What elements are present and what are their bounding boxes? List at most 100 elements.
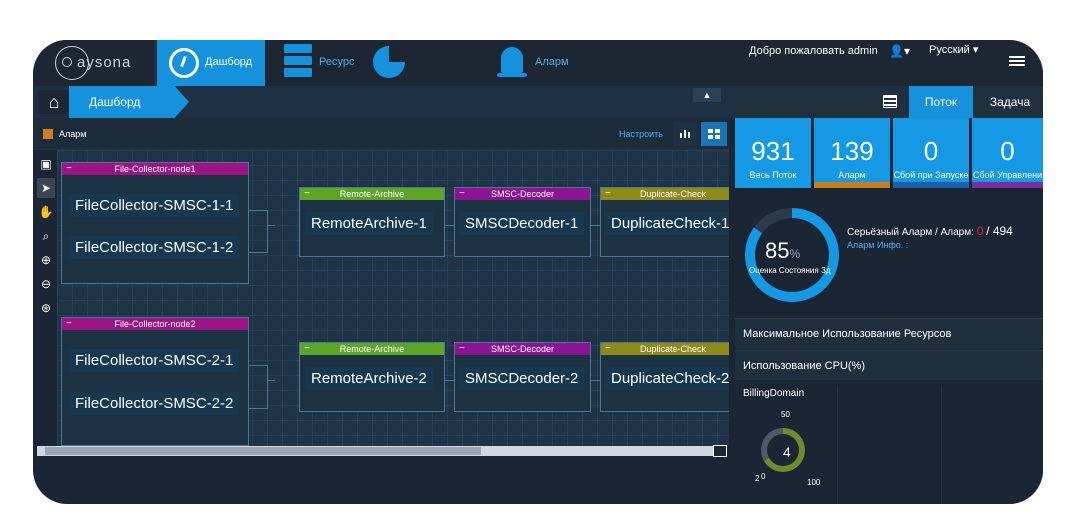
flow-item[interactable]: FileCollector-SMSC-2-2: [69, 392, 240, 415]
breadcrumb-current: Дашборд: [89, 95, 141, 109]
connector: [267, 210, 268, 253]
alarm-legend-label: Аларм: [59, 129, 87, 139]
nav-resource-label[interactable]: Ресурс: [319, 56, 354, 68]
node-header: − Duplicate-Check: [601, 188, 729, 200]
dashboard-gauge-icon: [169, 48, 199, 78]
grid-divider: [941, 386, 942, 504]
connector: [249, 252, 267, 253]
stat-start-failure[interactable]: 0 Сбой при Запуске: [893, 118, 969, 188]
pie-chart-icon[interactable]: [373, 46, 405, 78]
bar-chart-view-button[interactable]: [673, 122, 697, 146]
stat-label: Сбой Управлени: [972, 170, 1043, 180]
search-zoom-icon[interactable]: ⌕: [37, 226, 55, 246]
logo-text: aysona: [77, 54, 132, 71]
health-label: Оценка Состояния Зд: [749, 266, 831, 275]
node-header: − Remote-Archive: [300, 343, 444, 355]
gauge-tick: 2: [755, 474, 760, 483]
node-header: − SMSC-Decoder: [455, 188, 590, 200]
section-cpu-usage[interactable]: Использование CPU(%): [735, 350, 1043, 380]
tab-zadacha[interactable]: Задача: [977, 86, 1043, 118]
right-panel: 931 Весь Поток 139 Аларм 0 Сбой при Запу…: [735, 118, 1043, 504]
node-header: − File-Collector-node2: [62, 318, 248, 330]
serious-alarm-text: Серьёзный Аларм / Аларм: 0 / 494: [847, 224, 1013, 238]
flow-item[interactable]: FileCollector-SMSC-1-2: [69, 236, 240, 259]
hamburger-menu-icon[interactable]: [1009, 56, 1025, 68]
monitor-icon[interactable]: [713, 445, 727, 457]
stat-label: Сбой при Запуске: [893, 170, 969, 180]
flow-item[interactable]: FileCollector-SMSC-1-1: [69, 194, 240, 217]
stat-value: 139: [830, 136, 874, 166]
stat-value: 0: [1000, 136, 1015, 166]
flow-item[interactable]: DuplicateCheck-2: [605, 367, 729, 390]
nav-divider: [155, 40, 156, 86]
node-header: − Remote-Archive: [300, 188, 444, 200]
flow-item[interactable]: DuplicateCheck-1: [605, 212, 729, 235]
health-section: 85% Оценка Состояния Зд Серьёзный Аларм …: [735, 198, 1043, 312]
language-select[interactable]: Русский ▾: [929, 43, 978, 56]
list-view-icon[interactable]: [883, 95, 897, 108]
node-header: − File-Collector-node1: [62, 163, 248, 175]
configure-link[interactable]: Настроить: [619, 129, 663, 139]
stat-alarm[interactable]: 139 Аларм: [814, 118, 890, 188]
breadcrumb[interactable]: Дашборд: [69, 86, 189, 118]
stat-total-flow[interactable]: 931 Весь Поток: [735, 118, 811, 188]
flow-canvas[interactable]: − File-Collector-node1 FileCollector-SMSC…: [57, 150, 729, 446]
grid-divider: [837, 386, 838, 504]
stat-color-bar: [972, 182, 1043, 188]
stat-color-bar: [893, 182, 969, 188]
pointer-icon[interactable]: ➤: [37, 178, 55, 198]
collapse-up-icon[interactable]: ▲: [693, 88, 721, 102]
scrollbar-thumb[interactable]: [45, 447, 481, 455]
horizontal-scrollbar[interactable]: [37, 446, 713, 456]
flow-item[interactable]: RemoteArchive-2: [305, 367, 433, 390]
stat-control-failure[interactable]: 0 Сбой Управлени: [972, 118, 1043, 188]
connector: [249, 365, 267, 366]
alarm-legend-swatch: [43, 129, 53, 139]
gauge-value: 4: [783, 444, 791, 460]
tab-potok[interactable]: Поток: [909, 86, 973, 118]
stat-value: 0: [923, 136, 939, 166]
stat-value: 931: [751, 136, 795, 166]
gauge-tick: 50: [781, 410, 790, 419]
grid-view-button[interactable]: [701, 122, 727, 146]
health-value: 85%: [765, 238, 801, 263]
nav-alarm-label[interactable]: Аларм: [535, 56, 569, 68]
hand-pan-icon[interactable]: ✋: [37, 202, 55, 222]
zoom-fit-icon[interactable]: ⊛: [37, 298, 55, 318]
flow-item[interactable]: SMSCDecoder-1: [459, 212, 585, 235]
connector: [267, 225, 275, 226]
section-max-resource[interactable]: Максимальное Использование Ресурсов: [735, 318, 1043, 348]
bell-icon[interactable]: [497, 47, 527, 77]
top-navigation: aysona Дашборд Ресурс Аларм Добро пожало…: [33, 40, 1043, 86]
billing-domain-label: BillingDomain: [743, 388, 805, 399]
flow-node[interactable]: − File-Collector-node2: [61, 317, 249, 446]
flow-item[interactable]: FileCollector-SMSC-2-1: [69, 349, 240, 372]
user-icon[interactable]: 👤▾: [889, 44, 910, 58]
zoom-in-icon[interactable]: ⊕: [37, 250, 55, 270]
connector: [267, 380, 275, 381]
flow-item[interactable]: RemoteArchive-1: [305, 212, 433, 235]
server-stack-icon[interactable]: [284, 44, 312, 80]
canvas-tools: ▣ ➤ ✋ ⌕ ⊕ ⊖ ⊛: [33, 150, 57, 450]
node-header: − Duplicate-Check: [601, 343, 729, 355]
welcome-text: Добро пожаловать admin: [749, 45, 878, 57]
gauge-tick: 0: [761, 472, 766, 481]
connector: [267, 365, 268, 409]
billing-domain: BillingDomain 50 4 2 0 100: [735, 386, 1043, 504]
stat-label: Весь Поток: [749, 170, 797, 180]
alarm-info-link[interactable]: Аларм Инфо. :: [847, 240, 908, 250]
zoom-out-icon[interactable]: ⊖: [37, 274, 55, 294]
stat-label: Аларм: [838, 170, 866, 180]
image-icon[interactable]: ▣: [37, 154, 55, 174]
connector: [249, 210, 267, 211]
canvas-toolbar: Аларм Настроить: [33, 118, 729, 150]
breadcrumb-bar: ⌂ Дашборд ▲ Поток Задача: [33, 86, 1043, 118]
nav-dashboard[interactable]: Дашборд: [157, 40, 265, 86]
home-icon[interactable]: ⌂: [39, 90, 69, 114]
flow-node[interactable]: − File-Collector-node1: [61, 162, 249, 284]
nav-dashboard-label: Дашборд: [205, 56, 253, 68]
connector: [249, 408, 267, 409]
flow-item[interactable]: SMSCDecoder-2: [459, 367, 585, 390]
node-header: − SMSC-Decoder: [455, 343, 590, 355]
app-window: aysona Дашборд Ресурс Аларм Добро пожало…: [33, 40, 1043, 504]
